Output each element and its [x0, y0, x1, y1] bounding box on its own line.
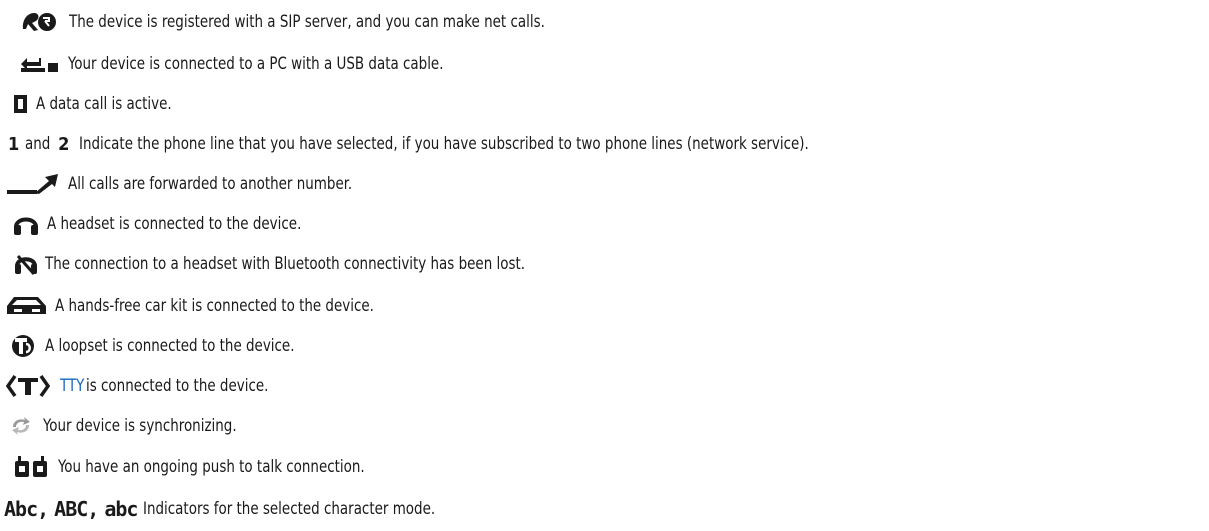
- car-kit-icon: [7, 297, 46, 314]
- indicator-description: A loopset is connected to the device.: [45, 336, 295, 356]
- indicator-description: You have an ongoing push to talk connect…: [58, 457, 365, 477]
- character-mode-abc-lower-icon: abc: [104, 497, 138, 521]
- usb-cable-icon: [21, 58, 58, 72]
- indicator-description: A hands-free car kit is connected to the…: [55, 296, 374, 316]
- indicator-description: Your device is connected to a PC with a …: [68, 54, 444, 74]
- data-call-icon: [14, 95, 27, 113]
- character-mode-abc-capitalized-icon: Abc: [4, 497, 38, 521]
- indicator-description: All calls are forwarded to another numbe…: [68, 174, 353, 194]
- indicator-list: The device is registered with a SIP serv…: [0, 0, 1209, 531]
- call-forward-icon: [7, 174, 58, 194]
- headset-icon: [14, 217, 38, 235]
- character-mode-separator: ,: [87, 497, 99, 521]
- indicator-description: A headset is connected to the device.: [47, 214, 302, 234]
- indicator-row-char-mode: Abc , ABC , abc Indicators for the selec…: [4, 494, 1209, 524]
- sip-registered-icon: [22, 13, 56, 31]
- indicator-row-bt-lost: The connection to a headset with Bluetoo…: [4, 250, 1209, 278]
- character-mode-separator: ,: [37, 497, 49, 521]
- indicator-row-headset: A headset is connected to the device.: [4, 210, 1209, 238]
- indicator-description: The device is registered with a SIP serv…: [69, 12, 545, 32]
- phone-line-2-icon: 2: [58, 133, 70, 155]
- indicator-description: Indicators for the selected character mo…: [143, 499, 436, 519]
- bluetooth-headset-lost-icon: [15, 255, 37, 275]
- and-connector: and: [25, 134, 51, 154]
- tty-icon: [6, 374, 50, 398]
- indicator-row-ptt: You have an ongoing push to talk connect…: [4, 452, 1209, 482]
- loopset-icon: [12, 335, 34, 357]
- indicator-row-sip: The device is registered with a SIP serv…: [4, 8, 1209, 36]
- indicator-row-sync: Your device is synchronizing.: [4, 412, 1209, 440]
- push-to-talk-icon: [15, 456, 47, 477]
- character-mode-abc-upper-icon: ABC: [54, 497, 88, 521]
- indicator-description: The connection to a headset with Bluetoo…: [45, 254, 526, 274]
- indicator-row-car-kit: A hands-free car kit is connected to the…: [4, 292, 1209, 320]
- indicator-row-loopset: A loopset is connected to the device.: [4, 332, 1209, 360]
- phone-line-1-icon: 1: [8, 133, 20, 155]
- indicator-description: Indicate the phone line that you have se…: [79, 134, 810, 154]
- indicator-row-phone-lines: 1 and 2 Indicate the phone line that you…: [4, 130, 1209, 158]
- indicator-row-data-call: A data call is active.: [4, 90, 1209, 118]
- tty-link[interactable]: TTY: [60, 376, 84, 396]
- indicator-row-call-forward: All calls are forwarded to another numbe…: [4, 170, 1209, 198]
- indicator-row-tty: TTY is connected to the device.: [4, 372, 1209, 400]
- indicator-description: Your device is synchronizing.: [43, 416, 237, 436]
- sync-icon: [12, 417, 30, 435]
- indicator-row-usb: Your device is connected to a PC with a …: [4, 50, 1209, 78]
- indicator-description: is connected to the device.: [85, 376, 269, 396]
- indicator-description: A data call is active.: [36, 94, 172, 114]
